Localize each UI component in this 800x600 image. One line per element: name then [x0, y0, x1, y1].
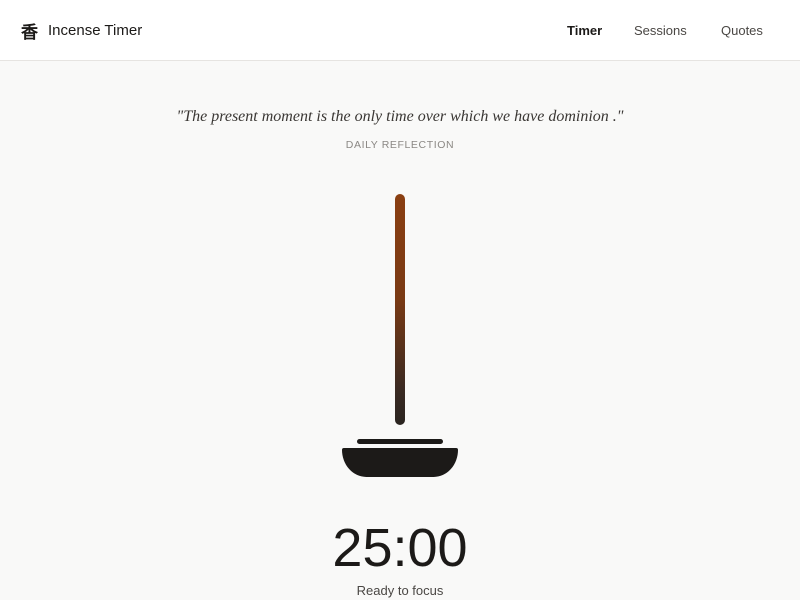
incense-stick — [395, 194, 405, 425]
incense-kanji-icon: 香 — [21, 23, 38, 43]
brand[interactable]: 香 Incense Timer — [21, 0, 142, 61]
nav-item-quotes[interactable]: Quotes — [721, 0, 763, 61]
app-title: Incense Timer — [48, 22, 143, 39]
timer-display: 25:00 — [332, 518, 468, 578]
daily-reflection-label: DAILY REFLECTION — [345, 139, 455, 151]
daily-quote: "The present moment is the only time ove… — [176, 108, 624, 125]
app-header: 香 Incense Timer Timer Sessions Quotes — [0, 0, 800, 61]
nav-item-sessions[interactable]: Sessions — [634, 0, 687, 61]
timer-status: Ready to focus — [356, 583, 444, 598]
incense-holder-bowl — [342, 448, 458, 477]
incense-holder-plate — [357, 439, 443, 444]
nav-item-timer[interactable]: Timer — [567, 0, 602, 61]
